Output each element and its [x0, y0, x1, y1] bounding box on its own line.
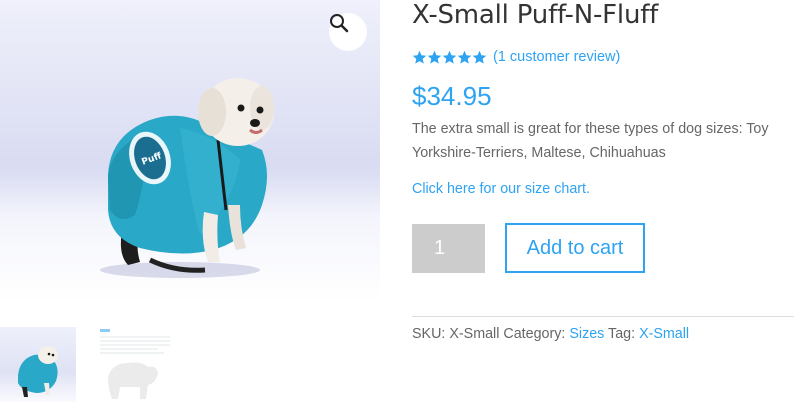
- product-main-image[interactable]: Puff: [0, 0, 380, 302]
- product-summary: X-Small Puff-N-Fluff (1 customer review)…: [412, 0, 794, 273]
- add-to-cart-button[interactable]: Add to cart: [505, 223, 645, 273]
- quantity-input[interactable]: [412, 223, 485, 273]
- star-icon: [427, 50, 442, 64]
- product-price: $34.95: [412, 81, 492, 111]
- category-link-sizes[interactable]: Sizes: [569, 326, 604, 342]
- sku-label: SKU:: [412, 326, 446, 342]
- dog-thumbnail-image: [18, 346, 58, 397]
- gallery-thumbnails: [0, 327, 174, 402]
- thumbnail-size-chart[interactable]: [98, 327, 174, 402]
- rating-row: (1 customer review): [412, 47, 794, 67]
- customer-review-link[interactable]: (1 customer review): [493, 49, 620, 65]
- category-label: Category:: [503, 326, 566, 342]
- product-description: The extra small is great for these types…: [412, 121, 769, 161]
- thumbnail-dog-coat[interactable]: [0, 327, 76, 402]
- add-to-cart-form: Add to cart: [412, 223, 794, 273]
- product-title: X-Small Puff-N-Fluff: [412, 0, 659, 30]
- sku-value: X-Small: [449, 326, 500, 342]
- tag-label: Tag:: [608, 326, 636, 342]
- star-icon: [442, 50, 457, 64]
- tag-link-x-small[interactable]: X-Small: [639, 326, 689, 342]
- dog-in-coat-image: Puff: [100, 78, 274, 278]
- star-icon: [472, 50, 487, 64]
- size-chart-thumbnail-image: [100, 329, 170, 399]
- zoom-button[interactable]: [329, 13, 367, 51]
- size-chart-link[interactable]: Click here for our size chart.: [412, 181, 794, 197]
- star-icon: [412, 50, 427, 64]
- star-icon: [457, 50, 472, 64]
- magnifier-icon: [330, 14, 349, 33]
- product-meta: SKU: X-Small Category: Sizes Tag: X-Smal…: [412, 316, 794, 342]
- star-rating: [412, 50, 487, 65]
